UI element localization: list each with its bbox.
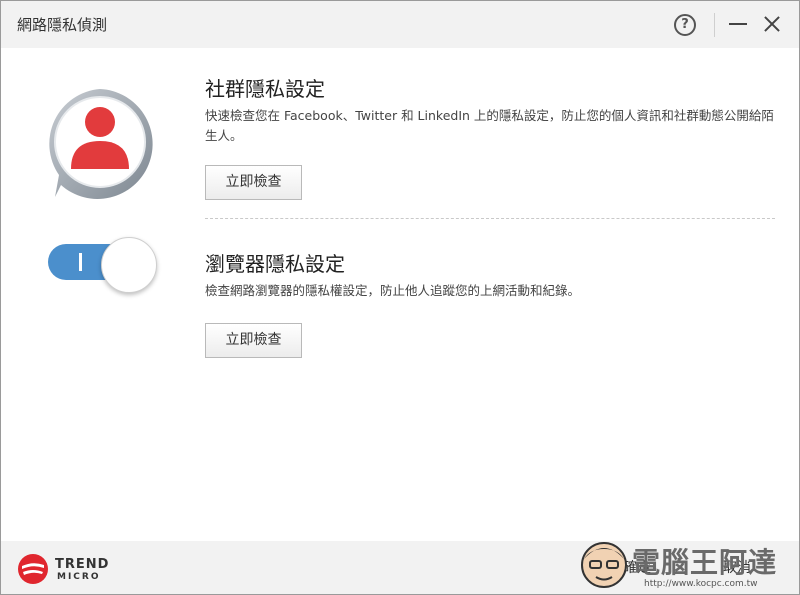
mascot-icon [581, 542, 627, 588]
social-privacy-title: 社群隱私設定 [205, 77, 325, 101]
help-icon: ? [681, 17, 689, 32]
browser-privacy-title: 瀏覽器隱私設定 [205, 252, 345, 276]
trend-micro-ball-icon [18, 554, 48, 584]
window-title: 網路隱私偵測 [17, 16, 108, 34]
brand-name-line2: MICRO [57, 572, 101, 582]
close-button[interactable] [761, 13, 783, 35]
social-check-button[interactable]: 立即檢查 [205, 165, 302, 200]
toggle-knob [101, 237, 157, 293]
browser-privacy-description: 檢查網路瀏覽器的隱私權設定，防止他人追蹤您的上網活動和紀錄。 [205, 283, 581, 298]
minimize-button[interactable] [729, 23, 747, 25]
watermark-url: http://www.kocpc.com.tw [644, 579, 758, 589]
browser-check-button[interactable]: 立即檢查 [205, 323, 302, 358]
brand-name-line1: TREND [55, 557, 110, 572]
privacy-scanner-window: 網路隱私偵測 ? 社群隱私設定 快速檢查您在 Facebook、Twitter … [0, 0, 800, 595]
section-divider [205, 218, 775, 219]
help-button[interactable]: ? [674, 14, 696, 36]
browser-privacy-toggle[interactable] [48, 237, 158, 293]
watermark-title: 電腦王阿達 [632, 546, 778, 579]
titlebar-divider [714, 13, 715, 37]
social-privacy-description: 快速檢查您在 Facebook、Twitter 和 LinkedIn 上的隱私設… [205, 108, 774, 143]
toggle-on-indicator-icon [79, 253, 82, 271]
trend-micro-logo: TREND MICRO [17, 553, 117, 584]
title-bar: 網路隱私偵測 ? [1, 1, 799, 48]
social-user-icon [49, 89, 153, 199]
watermark: 電腦王阿達 http://www.kocpc.com.tw [574, 535, 800, 595]
